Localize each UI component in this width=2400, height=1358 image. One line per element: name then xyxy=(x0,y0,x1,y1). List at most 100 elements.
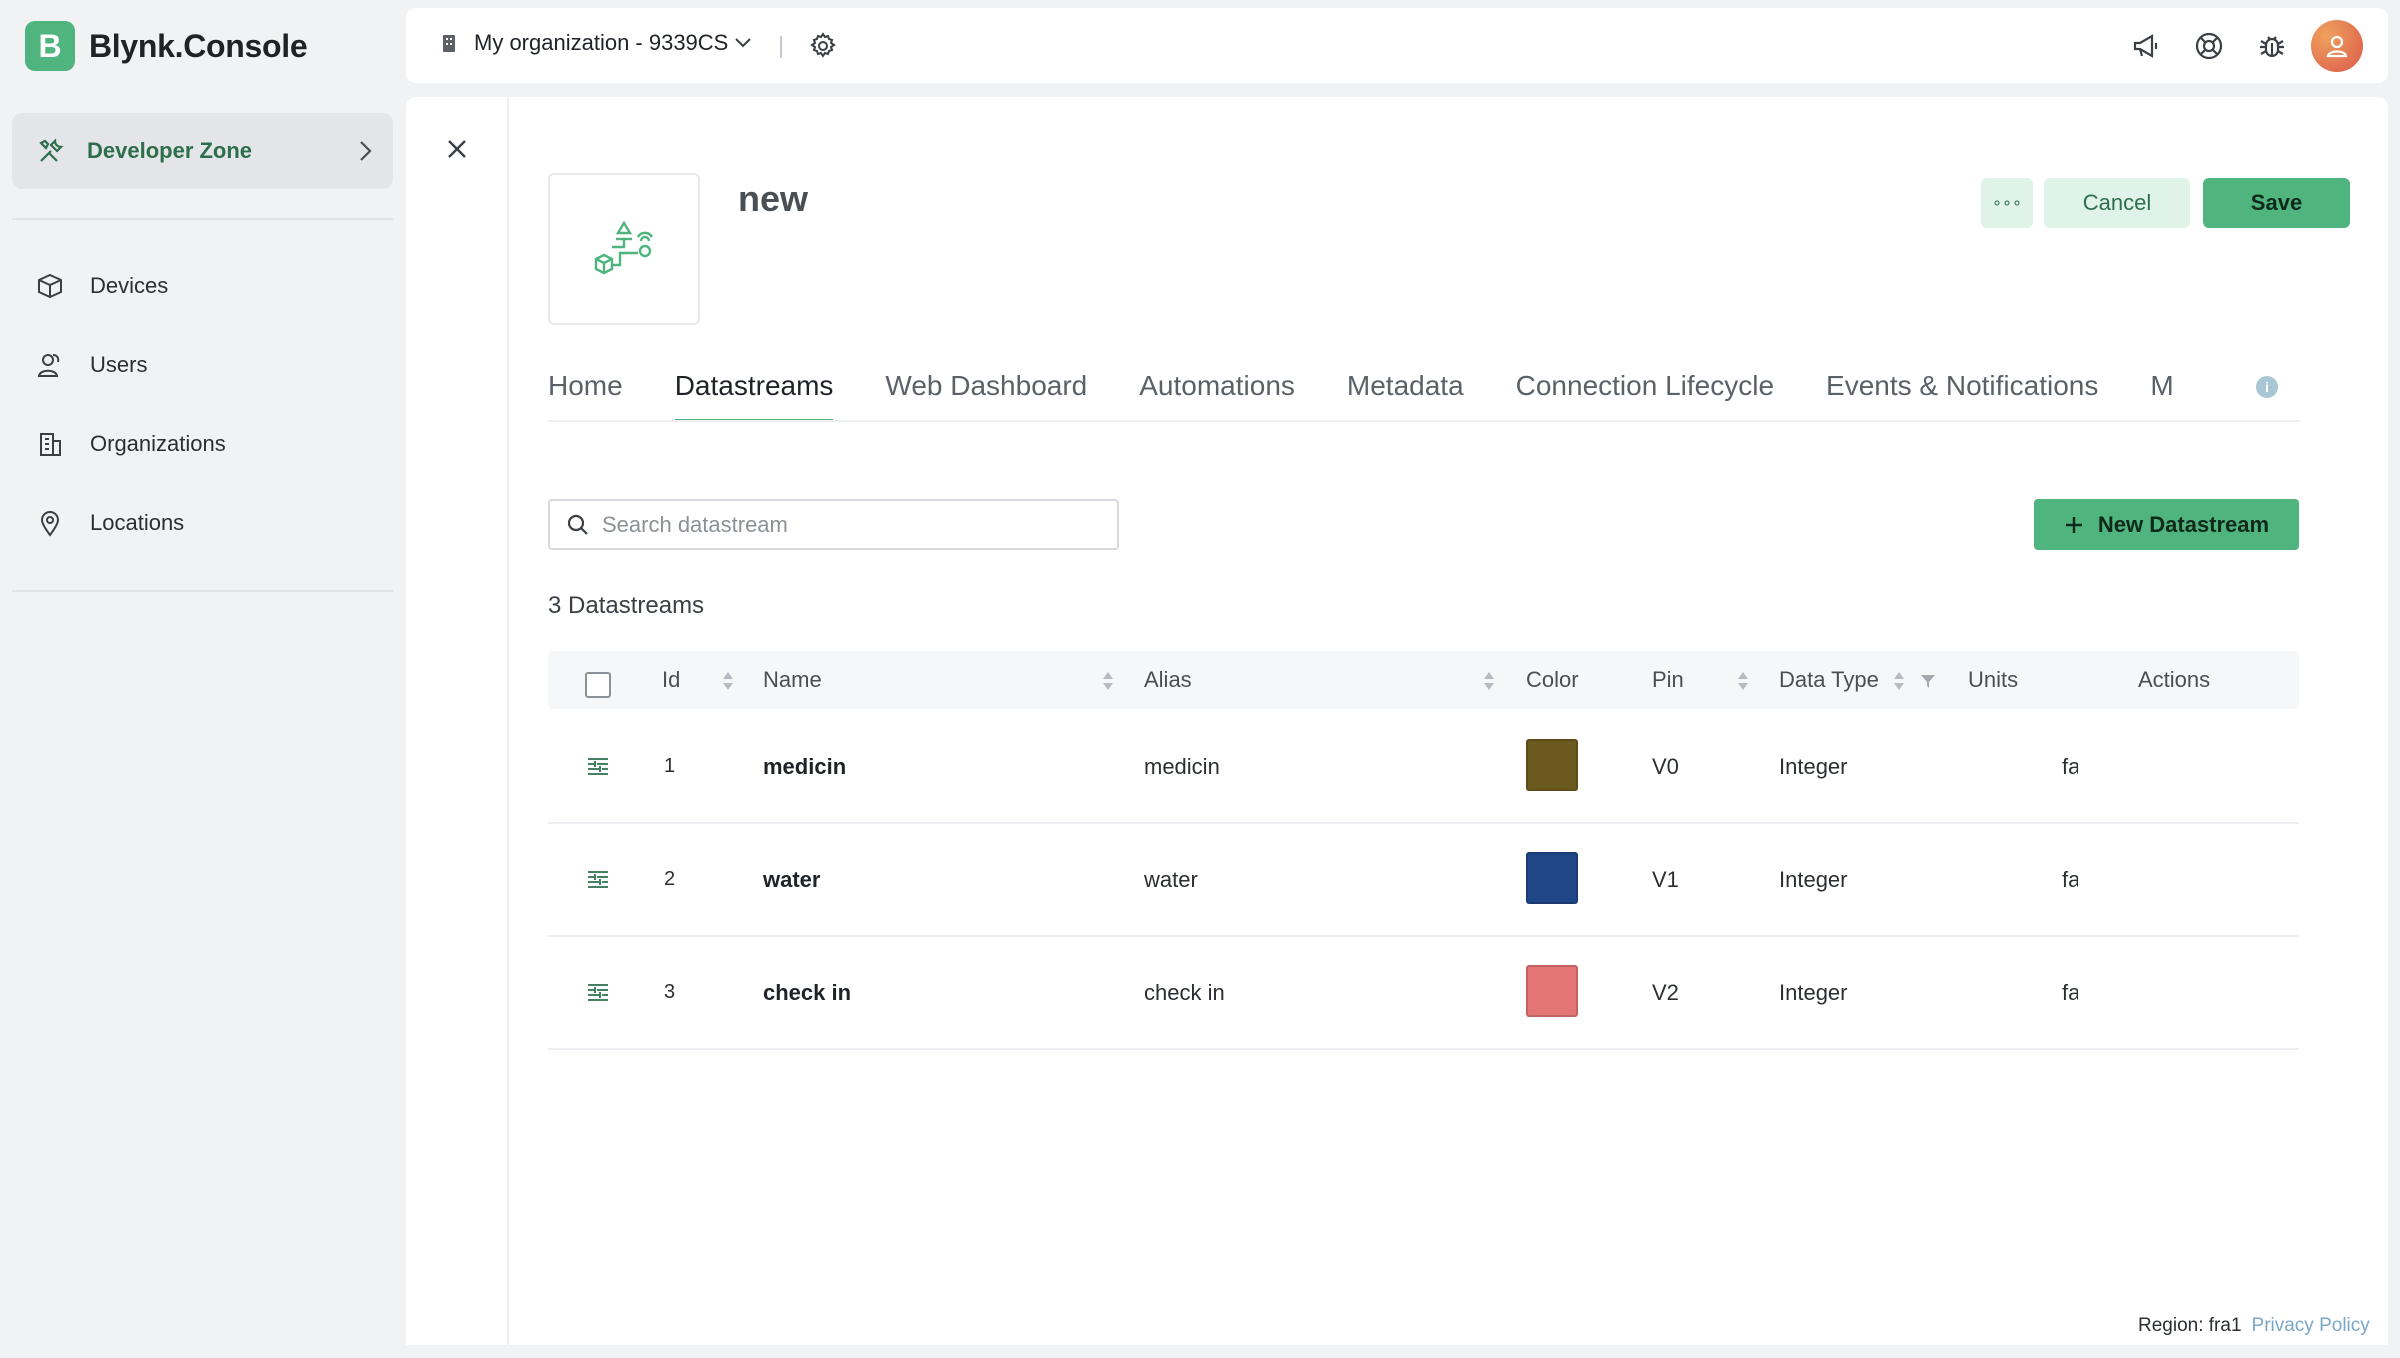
sort-icon[interactable] xyxy=(1893,671,1905,691)
save-button[interactable]: Save xyxy=(2203,178,2350,228)
datastream-icon xyxy=(588,871,608,888)
settings-gear-button[interactable] xyxy=(808,31,838,66)
column-header-name[interactable]: Name xyxy=(763,651,822,709)
sort-icon[interactable] xyxy=(1483,671,1495,691)
organization-name: My organization - 9339CS xyxy=(474,30,729,55)
cell-data-type: Integer xyxy=(1779,754,1848,779)
region-label: Region: fra1 xyxy=(2138,1315,2242,1336)
help-button[interactable] xyxy=(2191,28,2227,64)
table-row[interactable]: 1 medicin medicin V0 Integer fa xyxy=(548,711,2299,824)
new-datastream-label: New Datastream xyxy=(2097,511,2270,537)
tab-more[interactable]: M xyxy=(2150,362,2173,420)
search-input[interactable] xyxy=(602,511,1082,538)
sort-icon[interactable] xyxy=(722,671,734,691)
report-bug-button[interactable] xyxy=(2254,28,2290,64)
sidebar-item-label: Devices xyxy=(90,273,169,298)
cell-pin: V1 xyxy=(1652,867,1679,892)
filter-icon[interactable] xyxy=(1920,673,1936,689)
template-image[interactable] xyxy=(548,173,700,325)
location-pin-icon xyxy=(40,511,60,537)
bug-icon xyxy=(2260,36,2284,58)
template-illustration-icon xyxy=(594,220,654,275)
sort-icon[interactable] xyxy=(1737,671,1749,691)
logo-icon: B xyxy=(25,21,75,71)
sidebar-item-label: Locations xyxy=(90,510,185,535)
cell-alias: water xyxy=(1144,867,1198,892)
sidebar-item-locations[interactable]: Locations xyxy=(36,503,184,543)
tab-web-dashboard[interactable]: Web Dashboard xyxy=(885,362,1087,420)
cell-alias: check in xyxy=(1144,980,1225,1005)
more-options-button[interactable]: ∘∘∘ xyxy=(1981,178,2033,228)
cell-data-type: Integer xyxy=(1779,867,1848,892)
column-header-alias[interactable]: Alias xyxy=(1144,651,1192,709)
table-header: Id Name Alias Color Pin Data Type Units … xyxy=(548,651,2299,709)
tab-bar: Home Datastreams Web Dashboard Automatio… xyxy=(548,362,2300,422)
user-avatar[interactable] xyxy=(2311,20,2363,72)
sort-icon[interactable] xyxy=(1102,671,1114,691)
column-header-data-type[interactable]: Data Type xyxy=(1779,651,1879,709)
search-box[interactable] xyxy=(548,499,1119,550)
cell-id: 3 xyxy=(664,981,676,1003)
datastream-icon xyxy=(588,984,608,1001)
chevron-down-icon xyxy=(735,38,752,48)
tab-connection-lifecycle[interactable]: Connection Lifecycle xyxy=(1516,362,1774,420)
search-icon xyxy=(567,514,588,535)
developer-zone-label: Developer Zone xyxy=(87,138,253,163)
gear-icon xyxy=(810,32,836,58)
sidebar-divider xyxy=(12,218,393,220)
plus-icon xyxy=(2065,516,2082,533)
table-row[interactable]: 3 check in check in V2 Integer fa xyxy=(548,937,2299,1050)
megaphone-icon xyxy=(2133,34,2158,58)
privacy-policy-link[interactable]: Privacy Policy xyxy=(2252,1315,2370,1337)
sidebar-item-organizations[interactable]: Organizations xyxy=(36,424,226,464)
cell-data-type: Integer xyxy=(1779,980,1848,1005)
building-icon xyxy=(443,35,455,52)
sidebar-item-devices[interactable]: Devices xyxy=(36,266,168,306)
footer: Region: fra1 Privacy Policy xyxy=(2138,1315,2370,1337)
tab-events-notifications[interactable]: Events & Notifications xyxy=(1826,362,2098,420)
cell-units: fa xyxy=(2062,980,2078,1005)
column-header-color: Color xyxy=(1526,667,1579,692)
developer-zone-button[interactable]: Developer Zone xyxy=(12,113,393,189)
tools-icon xyxy=(39,138,64,162)
cell-units: fa xyxy=(2062,867,2078,892)
cell-name: medicin xyxy=(763,754,847,779)
brand[interactable]: B Blynk.Console xyxy=(25,21,308,71)
column-header-actions: Actions xyxy=(2138,667,2211,692)
users-icon xyxy=(37,354,60,377)
tab-datastreams[interactable]: Datastreams xyxy=(674,362,833,420)
sidebar-item-users[interactable]: Users xyxy=(36,345,147,385)
column-header-units: Units xyxy=(1968,667,2019,692)
info-icon[interactable]: i xyxy=(2256,376,2278,398)
color-swatch xyxy=(1526,739,1578,791)
table-row[interactable]: 2 water water V1 Integer fa xyxy=(548,824,2299,937)
app-name: Blynk.Console xyxy=(89,27,308,64)
tab-automations[interactable]: Automations xyxy=(1139,362,1295,420)
chevron-right-icon xyxy=(360,141,372,161)
more-dots-icon: ∘∘∘ xyxy=(1991,195,2023,212)
sidebar-divider xyxy=(12,590,393,592)
lifebuoy-icon xyxy=(2195,32,2223,60)
datastream-icon xyxy=(588,758,608,775)
tab-home[interactable]: Home xyxy=(548,362,623,420)
close-button[interactable] xyxy=(440,132,474,166)
tab-metadata[interactable]: Metadata xyxy=(1347,362,1464,420)
new-datastream-button[interactable]: New Datastream xyxy=(2034,499,2299,550)
panel-divider xyxy=(507,97,509,1345)
cube-icon xyxy=(38,273,62,299)
select-all-checkbox[interactable] xyxy=(585,672,611,698)
cell-pin: V0 xyxy=(1652,754,1679,779)
template-name[interactable]: new xyxy=(738,178,808,220)
cell-id: 2 xyxy=(664,868,676,890)
cancel-button[interactable]: Cancel xyxy=(2044,178,2190,228)
close-icon xyxy=(448,140,466,158)
sidebar-item-label: Users xyxy=(90,352,148,377)
column-header-id[interactable]: Id xyxy=(662,651,680,709)
sidebar-item-label: Organizations xyxy=(90,431,226,456)
divider xyxy=(780,36,782,58)
announcements-button[interactable] xyxy=(2128,28,2164,64)
person-icon xyxy=(2326,35,2348,58)
organization-selector[interactable]: My organization - 9339CS xyxy=(440,30,752,56)
column-header-pin[interactable]: Pin xyxy=(1652,651,1684,709)
cell-name: check in xyxy=(763,980,852,1005)
